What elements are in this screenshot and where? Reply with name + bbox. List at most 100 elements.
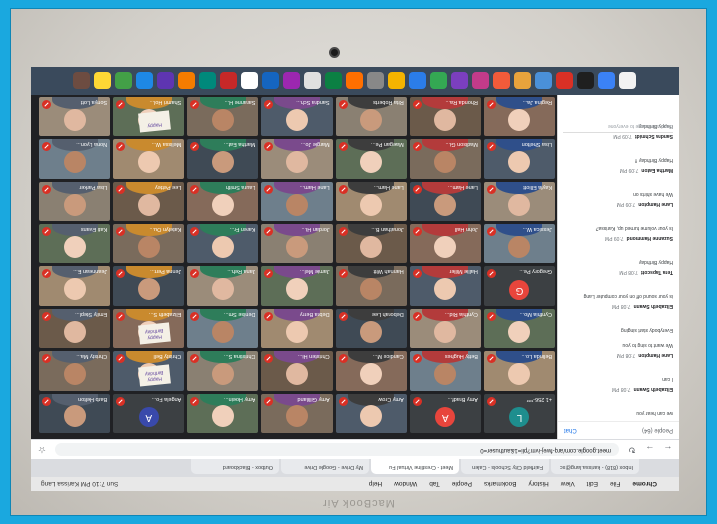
- participant-tile[interactable]: Deborah Lee: [335, 308, 407, 349]
- participant-tile[interactable]: Lane Ham...: [335, 181, 407, 222]
- menu-window[interactable]: Window: [394, 481, 417, 488]
- participant-tile[interactable]: Denise Sm...: [187, 308, 259, 349]
- menu-view[interactable]: View: [561, 481, 575, 488]
- participant-tile[interactable]: Jordan Hi...: [261, 224, 333, 264]
- participant-tile[interactable]: Debra Berry: [261, 308, 333, 349]
- dock-app-icon[interactable]: [283, 72, 301, 90]
- dock-app-icon[interactable]: [241, 72, 259, 90]
- participant-tile[interactable]: Melissa W...: [113, 139, 185, 179]
- participant-tile[interactable]: Emily Stepl...: [39, 308, 111, 349]
- participant-tile[interactable]: Madison Gi...: [409, 139, 481, 179]
- participant-tile[interactable]: Jonathan B...: [335, 224, 407, 264]
- participant-tile[interactable]: Amy Gilliland: [261, 393, 333, 433]
- url-field[interactable]: meet.google.com/arq-fwej-ivm?pli=1&authu…: [55, 443, 619, 456]
- chat-tab[interactable]: Chat: [564, 428, 577, 434]
- participant-tile[interactable]: Lee Pettey: [113, 181, 185, 222]
- star-icon[interactable]: ☆: [37, 444, 47, 455]
- dock-app-icon[interactable]: [577, 72, 595, 90]
- browser-tab[interactable]: Outbox - Blackboard: [191, 459, 279, 474]
- participant-tile[interactable]: Christina S...: [187, 351, 259, 391]
- dock-app-icon[interactable]: [451, 72, 469, 90]
- participant-tile[interactable]: Lisa Parker: [39, 181, 111, 222]
- participant-tile[interactable]: Jana Reh...: [187, 266, 259, 306]
- menu-file[interactable]: File: [610, 481, 620, 488]
- participant-tile[interactable]: Cynthia Rid...: [409, 308, 481, 349]
- participant-tile[interactable]: Margie Jo...: [261, 139, 333, 179]
- menu-chrome[interactable]: Chrome: [632, 481, 657, 488]
- menu-help[interactable]: Help: [369, 481, 382, 488]
- participant-tile[interactable]: Sandra Sch...: [261, 97, 333, 137]
- participant-tile[interactable]: Kayla Elliott: [483, 181, 555, 222]
- dock-app-icon[interactable]: [178, 72, 196, 90]
- participant-tile[interactable]: Happy Birthday Elizabeth S...: [113, 308, 185, 349]
- participant-tile[interactable]: Jeannean E...: [39, 266, 111, 306]
- reload-icon[interactable]: ↻: [627, 444, 637, 455]
- participant-tile[interactable]: Jenna Perr...: [113, 266, 185, 306]
- participant-tile[interactable]: Martha Eat...: [187, 139, 259, 179]
- chat-input[interactable]: Send a message to everyone: [563, 121, 673, 133]
- browser-tab[interactable]: My Drive - Google Drive: [281, 459, 369, 474]
- dock-app-icon[interactable]: [472, 72, 490, 90]
- participant-tile[interactable]: Kati Evans: [39, 224, 111, 264]
- participant-tile[interactable]: Hallie Miller: [409, 266, 481, 306]
- dock-app-icon[interactable]: [409, 72, 427, 90]
- participant-tile[interactable]: Happy Birthday Christy Bell: [113, 351, 185, 391]
- participant-tile[interactable]: Maegan Pe...: [335, 139, 407, 179]
- dock-app-icon[interactable]: [262, 72, 280, 90]
- dock-app-icon[interactable]: [73, 72, 91, 90]
- participant-tile[interactable]: Amy Crow: [335, 393, 407, 433]
- participant-tile[interactable]: Regina Ja...: [483, 97, 555, 137]
- browser-tab-active[interactable]: Meet - Crestline Virtual Fu: [371, 459, 459, 474]
- participant-tile[interactable]: A Amy Bradf...: [409, 393, 481, 433]
- dock-app-icon[interactable]: [136, 72, 154, 90]
- participant-tile[interactable]: Laura Smith: [187, 181, 259, 222]
- dock-app-icon[interactable]: [115, 72, 133, 90]
- dock-app-icon[interactable]: [388, 72, 406, 90]
- menu-people[interactable]: People: [452, 481, 472, 488]
- menu-bookmarks[interactable]: Bookmarks: [484, 481, 517, 488]
- dock-app-icon[interactable]: [367, 72, 385, 90]
- participant-tile[interactable]: Rita Roberts: [335, 97, 407, 137]
- back-icon[interactable]: ←: [663, 445, 673, 455]
- participant-tile[interactable]: G Gregory Pe...: [483, 266, 555, 306]
- menu-history[interactable]: History: [529, 481, 549, 488]
- participant-tile[interactable]: Hannah Witt: [335, 266, 407, 306]
- participant-tile[interactable]: Sonya Lott: [39, 97, 111, 137]
- dock-app-icon[interactable]: [346, 72, 364, 90]
- participant-tile[interactable]: Katelyn Ou...: [113, 224, 185, 264]
- participant-tile[interactable]: Barb Helton: [39, 393, 111, 433]
- participant-tile[interactable]: Saranne H...: [187, 97, 259, 137]
- dock-app-icon[interactable]: [430, 72, 448, 90]
- dock-app-icon[interactable]: [619, 72, 637, 90]
- browser-tab[interactable]: Inbox (818) - karissa.lang@sc: [551, 459, 639, 474]
- menu-tab[interactable]: Tab: [429, 481, 439, 488]
- dock-app-icon[interactable]: [535, 72, 553, 90]
- participant-tile[interactable]: Karen Fr...: [187, 224, 259, 264]
- dock-app-icon[interactable]: [220, 72, 238, 90]
- participant-tile[interactable]: A Angela Fo...: [113, 393, 185, 433]
- participant-tile[interactable]: Candice M...: [335, 351, 407, 391]
- dock-app-icon[interactable]: [94, 72, 112, 90]
- participant-tile[interactable]: Betty Hughes: [409, 351, 481, 391]
- participant-tile[interactable]: Jamie Mel...: [261, 266, 333, 306]
- participant-tile[interactable]: Belinda Lo...: [483, 351, 555, 391]
- dock-app-icon[interactable]: [304, 72, 322, 90]
- participant-tile[interactable]: Lane Ham...: [409, 181, 481, 222]
- participant-tile[interactable]: Happy Shamri Hol...: [113, 97, 185, 137]
- dock-app-icon[interactable]: [514, 72, 532, 90]
- forward-icon[interactable]: →: [645, 445, 655, 455]
- participant-tile[interactable]: Lisa Shelton: [483, 139, 555, 179]
- dock-app-icon[interactable]: [199, 72, 217, 90]
- menu-edit[interactable]: Edit: [587, 481, 598, 488]
- participant-tile[interactable]: Lane Ham...: [261, 181, 333, 222]
- dock-app-icon[interactable]: [157, 72, 175, 90]
- participant-tile[interactable]: Christen Hi...: [261, 351, 333, 391]
- participant-tile[interactable]: Christy Ma...: [39, 351, 111, 391]
- people-tab[interactable]: People (64): [642, 428, 673, 434]
- participant-tile[interactable]: Nona Lyon...: [39, 139, 111, 179]
- dock-app-icon[interactable]: [325, 72, 343, 90]
- participant-tile[interactable]: Cynthia Mo...: [483, 308, 555, 349]
- participant-tile[interactable]: Amy Hoein...: [187, 393, 259, 433]
- dock-app-icon[interactable]: [598, 72, 616, 90]
- dock-app-icon[interactable]: [556, 72, 574, 90]
